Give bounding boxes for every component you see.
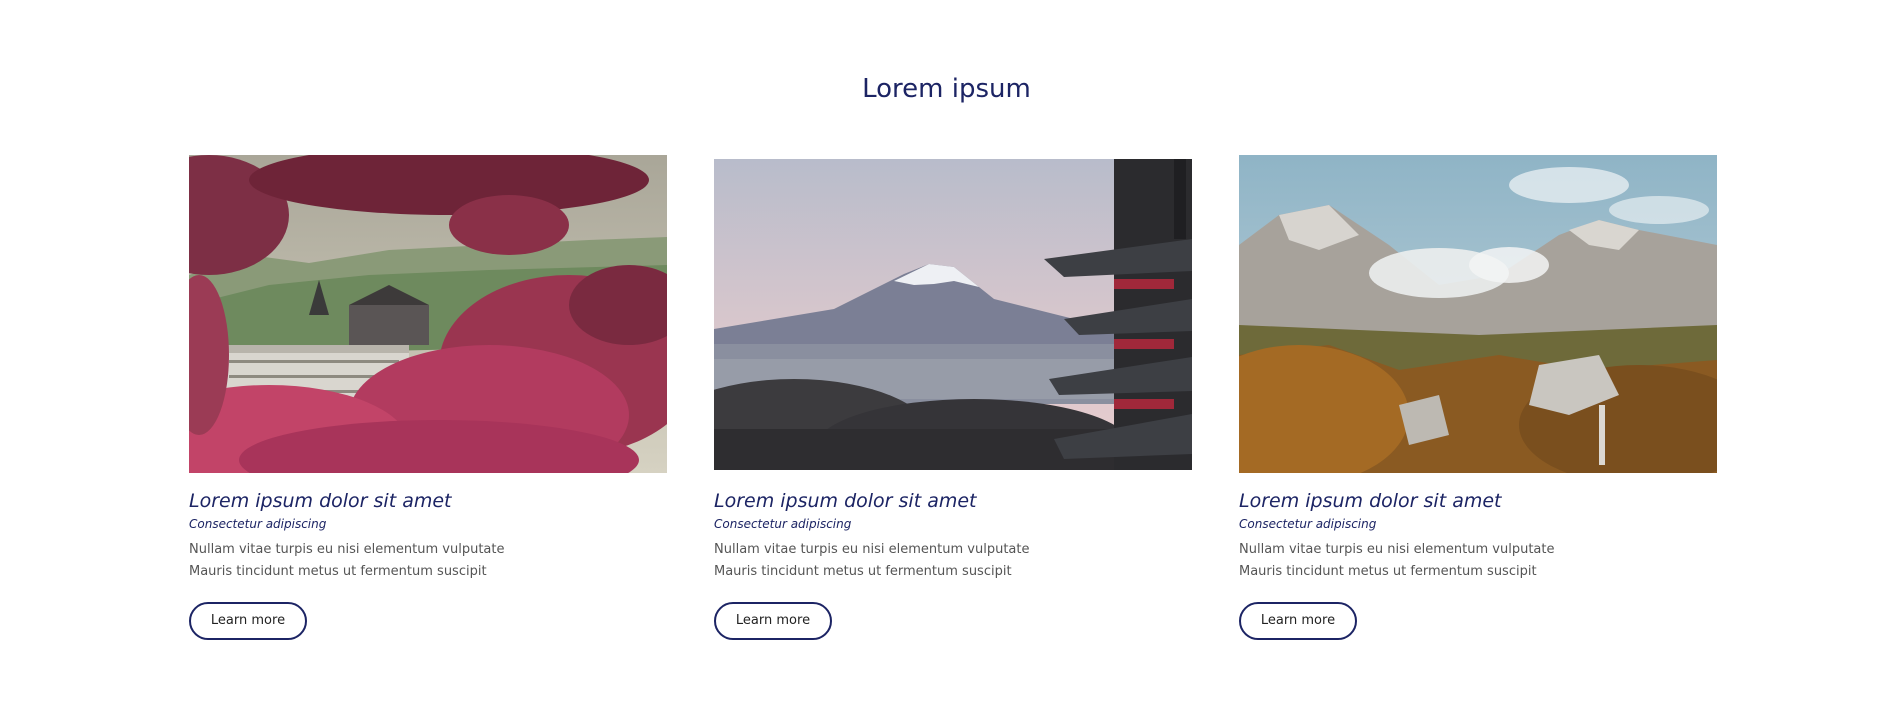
mount-fuji-pagoda-photo bbox=[714, 159, 1192, 470]
card-text-line: Mauris tincidunt metus ut fermentum susc… bbox=[189, 564, 487, 579]
card-text-line: Mauris tincidunt metus ut fermentum susc… bbox=[714, 564, 1012, 579]
card-text-line: Nullam vitae turpis eu nisi elementum vu… bbox=[189, 542, 505, 557]
mount-fuji-image bbox=[714, 159, 1192, 470]
card-title: Lorem ipsum dolor sit amet bbox=[714, 490, 977, 512]
alpine-mountains-photo bbox=[1239, 155, 1717, 473]
card-text-line: Nullam vitae turpis eu nisi elementum vu… bbox=[714, 542, 1030, 557]
section-title: Lorem ipsum bbox=[862, 74, 1031, 104]
autumn-town-image bbox=[189, 155, 667, 473]
card-subtitle: Consectetur adipiscing bbox=[1239, 517, 1377, 531]
learn-more-button[interactable]: Learn more bbox=[189, 602, 307, 640]
autumn-town-photo bbox=[189, 155, 667, 473]
card-text-line: Mauris tincidunt metus ut fermentum susc… bbox=[1239, 564, 1537, 579]
card-subtitle: Consectetur adipiscing bbox=[714, 517, 852, 531]
learn-more-button[interactable]: Learn more bbox=[714, 602, 832, 640]
learn-more-button[interactable]: Learn more bbox=[1239, 602, 1357, 640]
card-title: Lorem ipsum dolor sit amet bbox=[189, 490, 452, 512]
cards-section: Lorem ipsum Lorem ipsum dolor sit amet C… bbox=[0, 0, 1893, 713]
card-title: Lorem ipsum dolor sit amet bbox=[1239, 490, 1502, 512]
card-text-line: Nullam vitae turpis eu nisi elementum vu… bbox=[1239, 542, 1555, 557]
card-subtitle: Consectetur adipiscing bbox=[189, 517, 327, 531]
alpine-mountains-image bbox=[1239, 155, 1717, 473]
